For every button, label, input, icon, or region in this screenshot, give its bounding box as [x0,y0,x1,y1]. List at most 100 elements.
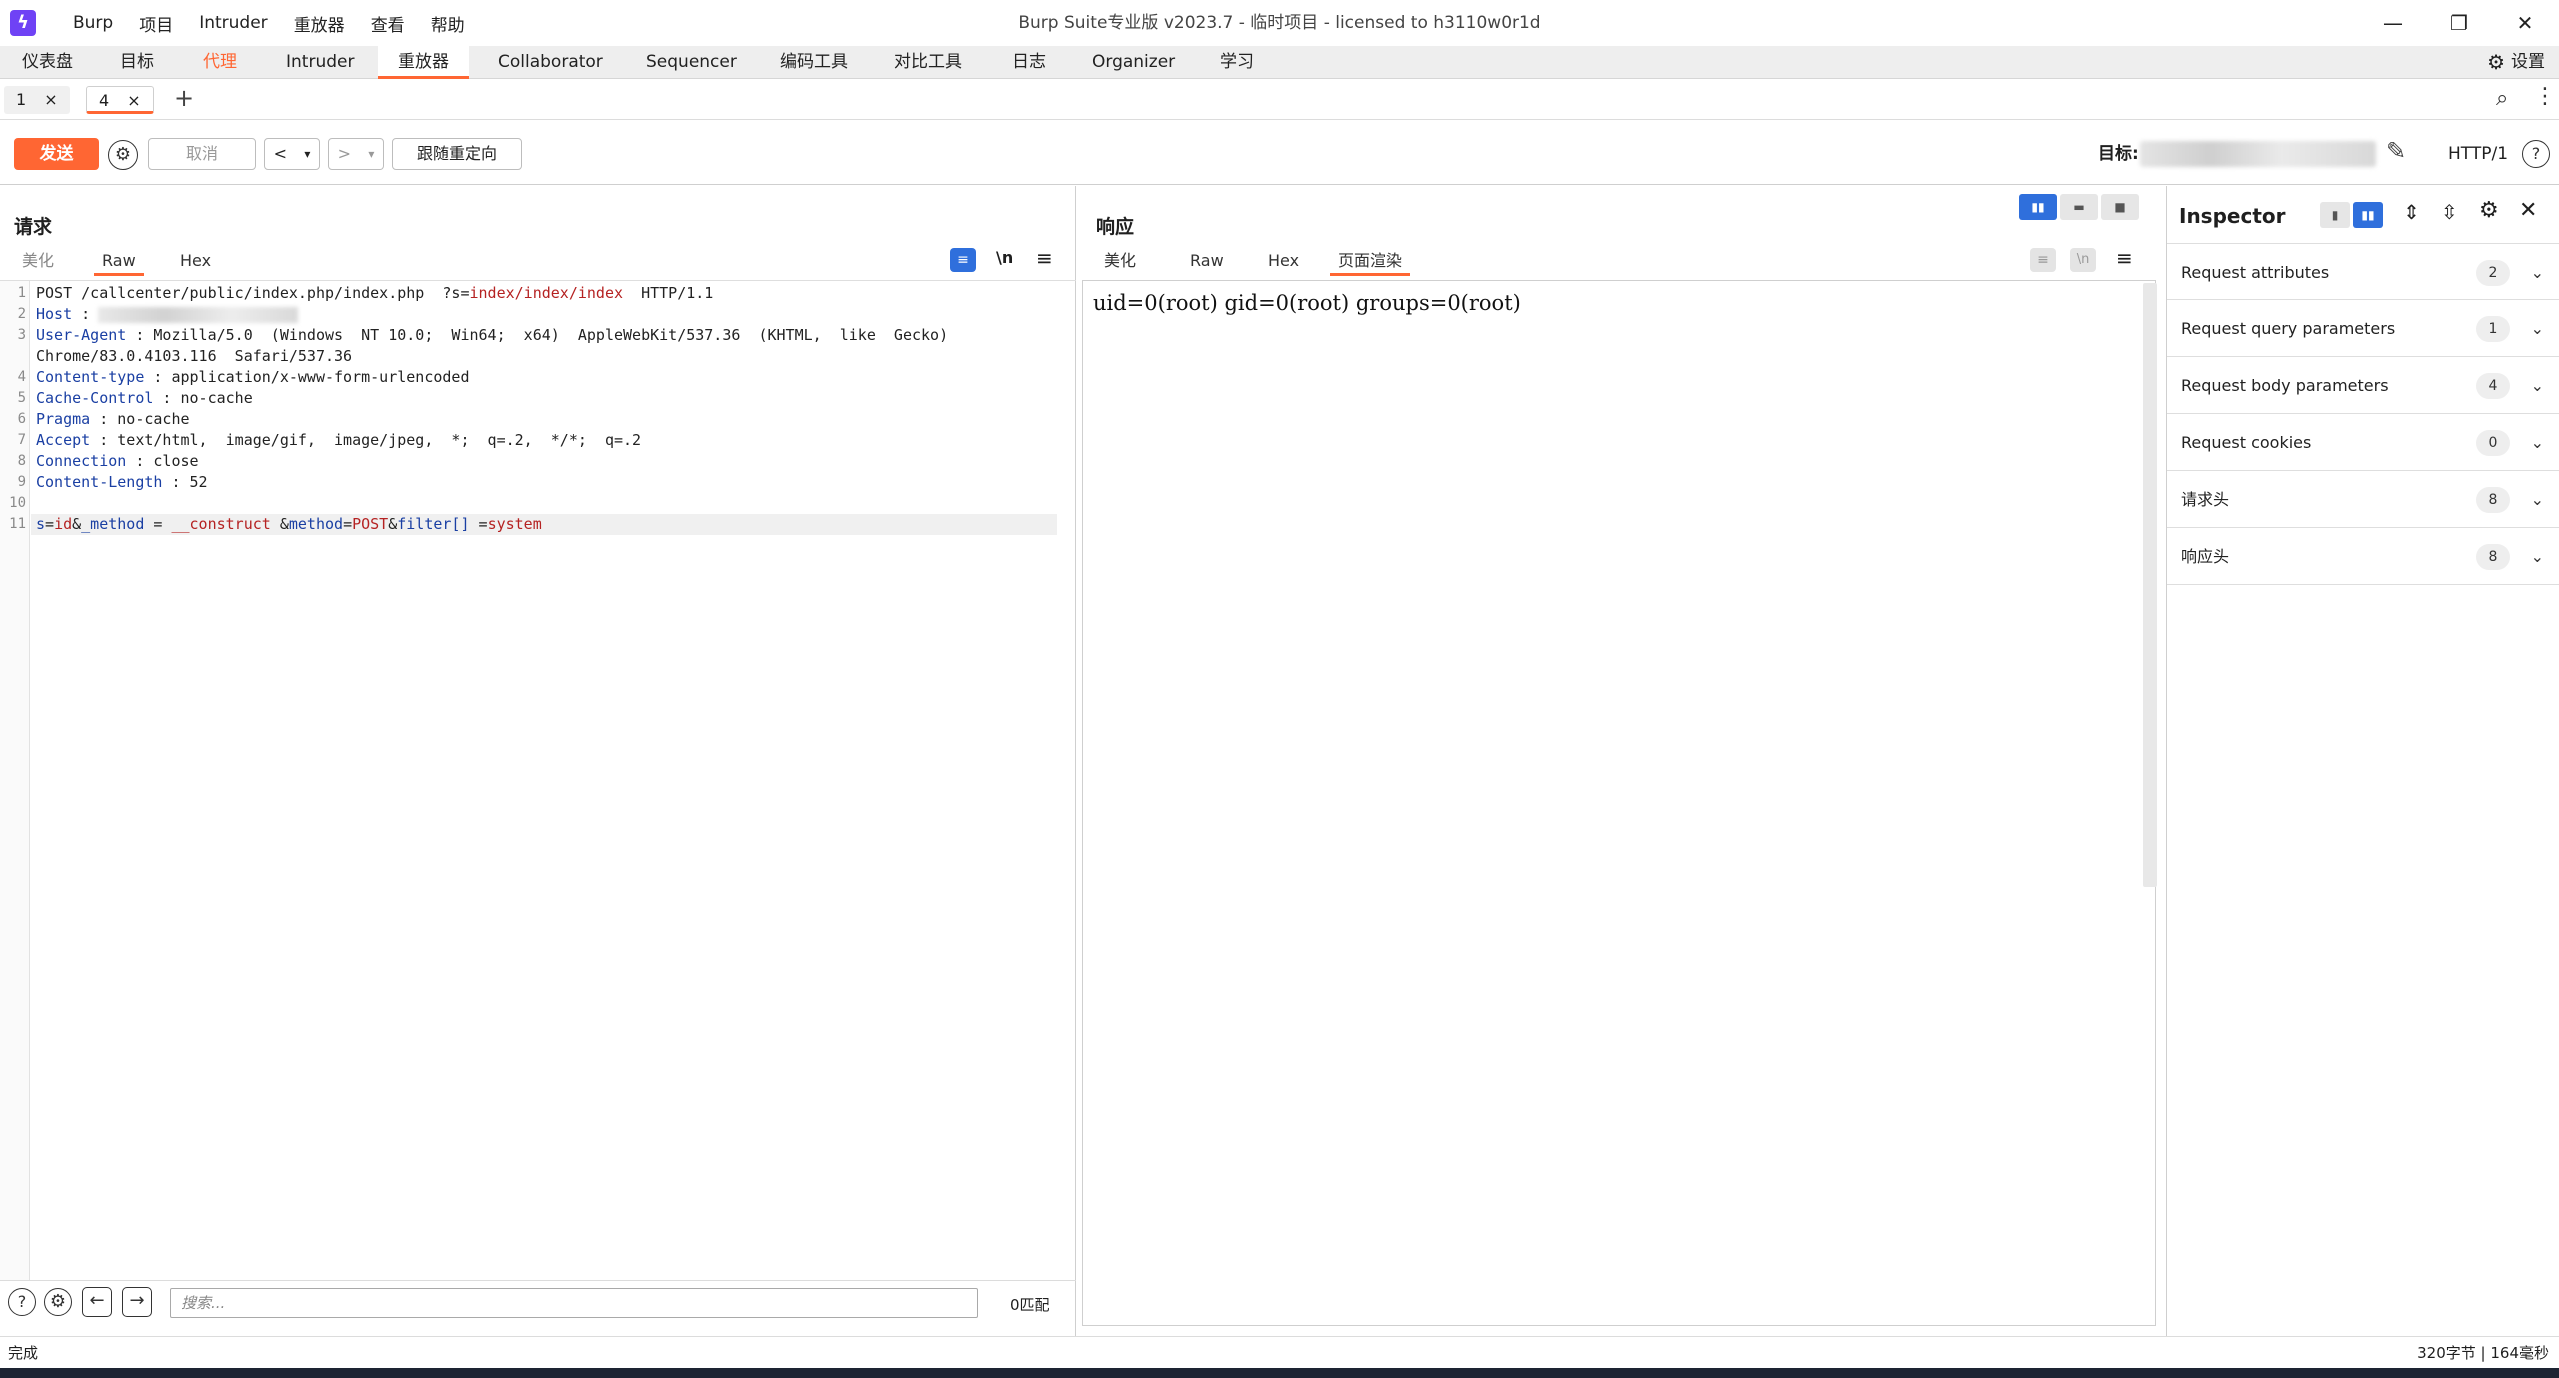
repeater-tab-4[interactable]: 4 × [86,86,154,114]
settings-button[interactable]: ⚙ 设置 [2487,46,2545,79]
maximize-button[interactable]: ❐ [2426,0,2492,46]
chevron-down-icon: ⌄ [2530,319,2544,338]
request-title: 请求 [14,216,53,238]
http-version-label[interactable]: HTTP/1 [2448,138,2508,170]
expand-all-icon[interactable]: ⇕ [2403,200,2420,224]
menu-project[interactable]: 项目 [126,11,186,36]
tab-decoder[interactable]: 编码工具 [760,46,868,79]
menu-burp[interactable]: Burp [60,13,126,33]
tab-comparer[interactable]: 对比工具 [874,46,982,79]
param-name: _method [81,515,145,533]
repeater-tab-1[interactable]: 1 × [4,86,70,114]
tab-raw[interactable]: Raw [94,248,144,276]
send-button[interactable]: 发送 [14,138,99,170]
inspector-row-label: Request attributes [2181,263,2330,282]
gear-icon[interactable]: ⚙ [108,140,138,170]
tab-hex[interactable]: Hex [1260,248,1307,276]
inspector-view-toggle: ▮ ▮▮ [2317,202,2383,228]
add-tab-button[interactable]: + [174,84,194,112]
close-tab-icon[interactable]: × [44,86,57,114]
repeater-tab-bar: 1 × 4 × + ⌕ ⋮ [0,80,2559,120]
response-title: 响应 [1096,216,1135,238]
inspector-row-request-attributes[interactable]: Request attributes 2 ⌄ [2167,243,2559,300]
more-options-icon[interactable]: ⋮ [2534,84,2556,109]
show-newlines-toggle[interactable]: \n [2070,248,2096,272]
wrap-lines-icon[interactable]: ≡ [950,248,976,272]
inspector-row-query-params[interactable]: Request query parameters 1 ⌄ [2167,300,2559,357]
arrow-left-icon[interactable]: ← [82,1287,112,1317]
line-number: 9 [17,474,26,490]
tab-organizer[interactable]: Organizer [1072,46,1195,79]
help-icon[interactable]: ? [8,1288,36,1316]
param-name: filter[] [397,515,470,533]
query-value: index/index/index [469,284,624,302]
tab-pretty[interactable]: 美化 [1096,248,1144,276]
header-line-content-length: Content-Length : 52 [36,473,208,491]
tab-pretty[interactable]: 美化 [14,248,62,276]
inspector-left-view-icon[interactable]: ▮ [2320,202,2350,228]
tab-render[interactable]: 页面渲染 [1330,248,1411,276]
close-window-button[interactable]: ✕ [2492,0,2558,46]
tab-learn[interactable]: 学习 [1200,46,1274,79]
header-value: : no-cache [90,410,190,428]
gear-icon: ⚙ [2487,50,2505,74]
search-input[interactable]: 搜索... [170,1288,978,1318]
follow-redirect-button[interactable]: 跟随重定向 [392,138,522,170]
menu-icon[interactable]: ≡ [1036,246,1053,270]
inspector-row-request-headers[interactable]: 请求头 8 ⌄ [2167,471,2559,528]
menu-intruder[interactable]: Intruder [186,13,280,33]
forward-button[interactable]: > ▾ [328,138,384,170]
tab-logger[interactable]: 日志 [992,46,1066,79]
show-newlines-toggle[interactable]: \n [996,248,1013,267]
gear-icon[interactable]: ⚙ [2479,198,2499,223]
gear-icon[interactable]: ⚙ [44,1288,72,1316]
tab-dashboard[interactable]: 仪表盘 [2,46,93,79]
param-equals: = [45,515,55,533]
inspector-row-response-headers[interactable]: 响应头 8 ⌄ [2167,528,2559,585]
request-editor[interactable]: 1 2 3 4 5 6 7 8 9 10 11 POST /callcenter… [0,280,1076,1281]
vertical-layout-icon[interactable]: ▬ [2060,194,2098,220]
collapse-all-icon[interactable]: ⇳ [2441,200,2458,224]
menu-view[interactable]: 查看 [358,11,418,36]
line-number: 11 [9,516,26,532]
menu-repeater[interactable]: 重放器 [281,11,358,36]
tab-hex[interactable]: Hex [172,248,219,276]
help-icon[interactable]: ? [2522,140,2550,168]
tabbed-layout-icon[interactable]: ■ [2101,194,2139,220]
count-badge: 8 [2476,544,2510,570]
back-button[interactable]: < ▾ [264,138,320,170]
side-by-side-layout-icon[interactable]: ▮▮ [2019,194,2057,220]
header-line-content-type: Content-type : application/x-www-form-ur… [36,368,469,386]
tab-raw[interactable]: Raw [1182,248,1232,276]
tab-intruder[interactable]: Intruder [266,46,374,79]
tab-proxy[interactable]: 代理 [183,46,257,79]
tab-repeater[interactable]: 重放器 [378,46,469,79]
count-badge: 2 [2476,260,2510,286]
edit-pencil-icon[interactable]: ✎ [2386,137,2406,165]
inspector-right-view-icon[interactable]: ▮▮ [2353,202,2383,228]
line-number-gutter: 1 2 3 4 5 6 7 8 9 10 11 [0,281,30,1281]
tab-sequencer[interactable]: Sequencer [626,46,757,79]
main-tab-bar: 仪表盘 目标 代理 Intruder 重放器 Collaborator Sequ… [0,46,2559,79]
count-badge: 1 [2476,316,2510,342]
close-tab-icon[interactable]: × [127,87,140,111]
cancel-button[interactable]: 取消 [148,138,256,170]
header-separator: : [72,305,91,323]
http-protocol: HTTP/1.1 [623,284,714,302]
target-host-redacted[interactable] [2140,141,2376,167]
minimize-button[interactable]: — [2360,0,2426,46]
scrollbar[interactable] [2143,283,2157,887]
tab-target[interactable]: 目标 [100,46,174,79]
line-number: 1 [17,285,26,301]
inspector-row-cookies[interactable]: Request cookies 0 ⌄ [2167,414,2559,471]
repeater-tab-label: 4 [99,91,110,110]
close-icon[interactable]: ✕ [2519,198,2537,223]
menu-help[interactable]: 帮助 [418,11,478,36]
menu-icon[interactable]: ≡ [2116,246,2133,270]
wrap-lines-icon[interactable]: ≡ [2030,248,2056,272]
arrow-right-icon[interactable]: → [122,1287,152,1317]
tab-collaborator[interactable]: Collaborator [478,46,623,79]
line-number: 7 [17,432,26,448]
inspector-row-body-params[interactable]: Request body parameters 4 ⌄ [2167,357,2559,414]
search-icon[interactable]: ⌕ [2496,86,2508,111]
